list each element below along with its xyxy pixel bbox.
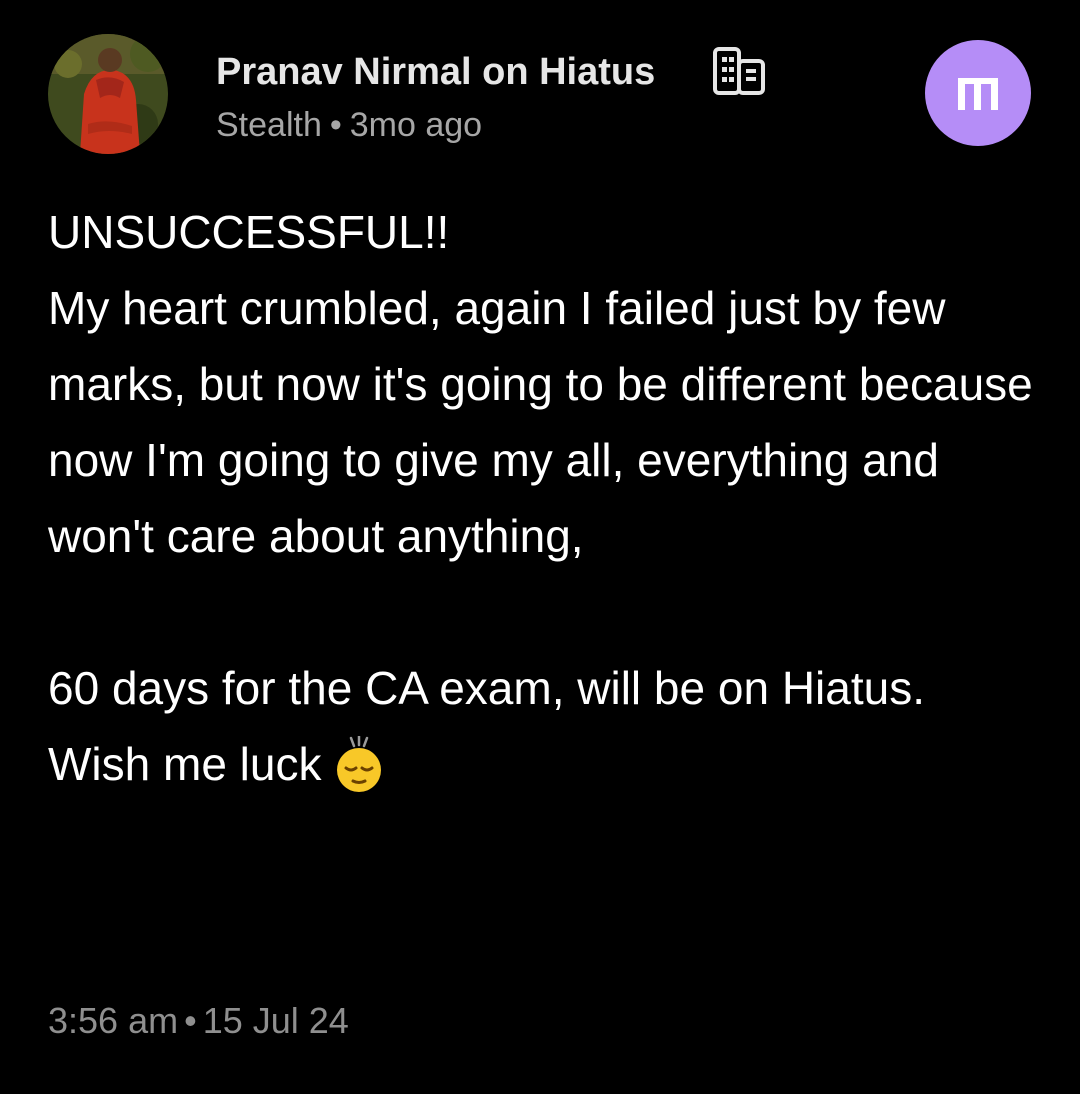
post-date: 15 Jul 24 xyxy=(202,1000,349,1041)
building-icon xyxy=(712,46,766,96)
author-meta: Stealth • 3mo ago xyxy=(216,102,482,148)
post-paragraph: 60 days for the CA exam, will be on Hiat… xyxy=(48,662,925,714)
post-headline: UNSUCCESSFUL!! xyxy=(48,206,450,258)
time-ago: 3mo ago xyxy=(349,106,483,144)
sleepy-face-icon xyxy=(329,734,387,794)
post-paragraph: My heart crumbled, again I failed just b… xyxy=(48,282,1033,562)
post-closing: Wish me luck xyxy=(48,738,322,790)
meta-separator: • xyxy=(329,106,342,144)
post-card: Pranav Nirmal on Hiatus Stealth • 3mo ago … xyxy=(0,0,1080,1094)
company-name[interactable]: Stealth xyxy=(216,106,322,144)
post-timestamp: 3:56 am • 15 Jul 24 xyxy=(48,996,349,1046)
avatar-photo xyxy=(48,34,168,154)
m-logo-icon[interactable] xyxy=(925,40,1031,146)
author-avatar[interactable] xyxy=(48,34,168,154)
author-name[interactable]: Pranav Nirmal on Hiatus xyxy=(216,46,655,98)
post-time: 3:56 am xyxy=(48,1000,179,1041)
post-body: UNSUCCESSFUL!! My heart crumbled, again … xyxy=(48,194,1038,802)
timestamp-separator: • xyxy=(184,1000,197,1041)
